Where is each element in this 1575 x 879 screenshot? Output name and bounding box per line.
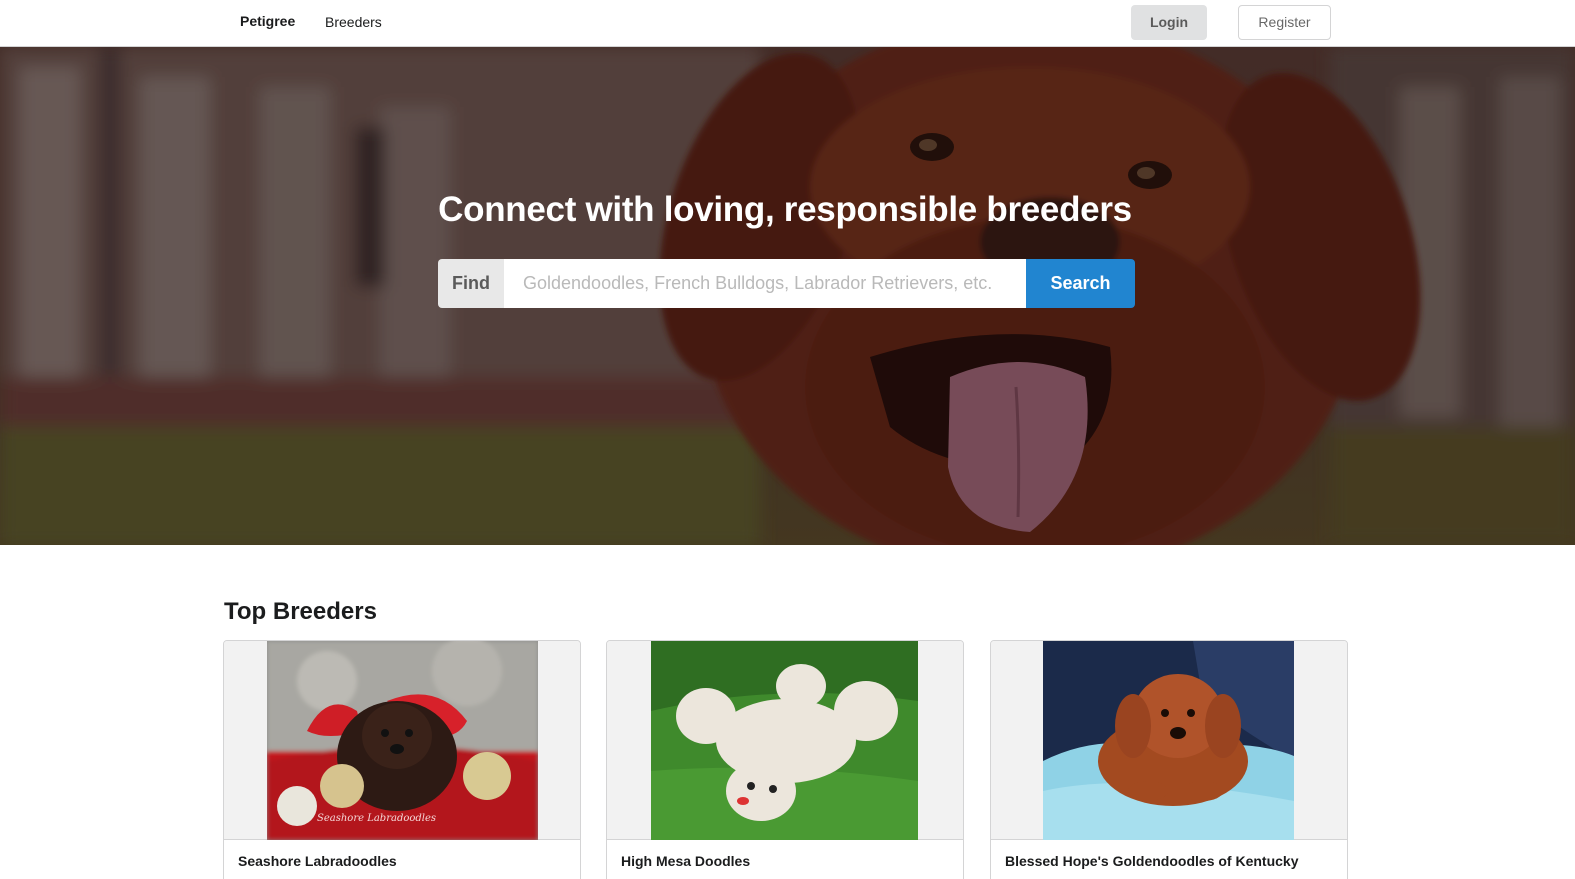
register-button[interactable]: Register [1238, 5, 1331, 40]
card-image-area: Seashore Labradoodles [224, 641, 580, 840]
breeder-name[interactable]: Seashore Labradoodles [238, 853, 397, 869]
breeder-card[interactable]: Blessed Hope's Goldendoodles of Kentucky [990, 640, 1348, 879]
breed-search-input[interactable] [504, 259, 1026, 308]
section-title-top-breeders: Top Breeders [224, 598, 377, 625]
breeder-card[interactable]: Seashore Labradoodles Seashore Labradood… [223, 640, 581, 879]
search-button[interactable]: Search [1026, 259, 1135, 308]
breeder-photo[interactable]: Seashore Labradoodles [267, 641, 538, 840]
login-button[interactable]: Login [1131, 5, 1207, 40]
brand-link[interactable]: Petigree [240, 13, 295, 29]
breeder-name[interactable]: Blessed Hope's Goldendoodles of Kentucky [1005, 853, 1299, 869]
breeder-card[interactable]: High Mesa Doodles [606, 640, 964, 879]
breeder-photo[interactable] [1043, 641, 1294, 840]
breeder-name[interactable]: High Mesa Doodles [621, 853, 750, 869]
card-image-area [991, 641, 1347, 840]
breed-search-bar: Find Search [438, 259, 1135, 308]
nav-link-breeders[interactable]: Breeders [325, 14, 382, 30]
hero-title: Connect with loving, responsible breeder… [438, 190, 1132, 229]
top-navigation: Petigree Breeders Login Register [0, 0, 1575, 47]
card-image-area [607, 641, 963, 840]
photo-watermark: Seashore Labradoodles [317, 813, 436, 824]
hero-banner: Connect with loving, responsible breeder… [0, 47, 1575, 545]
search-label: Find [438, 259, 504, 308]
breeder-photo[interactable] [651, 641, 918, 840]
